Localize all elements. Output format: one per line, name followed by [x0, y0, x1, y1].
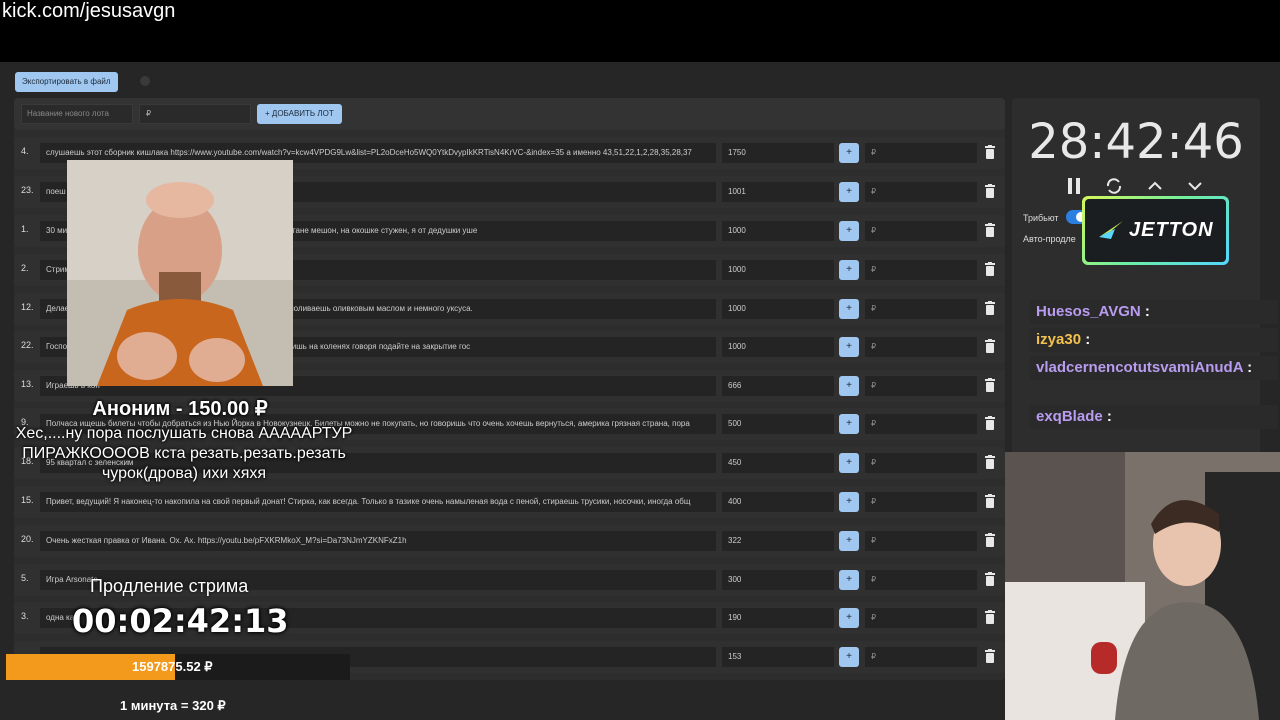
lot-add-amount-input[interactable]: ₽: [865, 182, 977, 202]
trash-icon[interactable]: [985, 301, 995, 315]
add-lot-button[interactable]: + ДОБАВИТЬ ЛОТ: [257, 104, 342, 124]
lot-add-button[interactable]: +: [839, 453, 859, 473]
lot-add-button[interactable]: +: [839, 299, 859, 319]
trash-icon[interactable]: [985, 494, 995, 508]
lot-add-button[interactable]: +: [839, 647, 859, 667]
jetton-logo-icon: [1099, 221, 1123, 239]
chat-message: exqBlade :: [1030, 405, 1278, 429]
trash-icon[interactable]: [985, 145, 995, 159]
lot-amount-input[interactable]: 450: [722, 453, 834, 473]
lot-add-button[interactable]: +: [839, 608, 859, 628]
chat-separator: :: [1102, 408, 1112, 425]
trash-icon[interactable]: [985, 339, 995, 353]
lot-add-amount-input[interactable]: ₽: [865, 337, 977, 357]
trash-icon[interactable]: [985, 572, 995, 586]
chevron-up-icon[interactable]: [1145, 176, 1165, 196]
trash-icon[interactable]: [985, 184, 995, 198]
trash-icon[interactable]: [985, 610, 995, 624]
lot-add-button[interactable]: +: [839, 260, 859, 280]
lot-add-button[interactable]: +: [839, 376, 859, 396]
new-lot-name-input[interactable]: Название нового лота: [21, 104, 133, 124]
chat-username[interactable]: exqBlade: [1030, 408, 1103, 425]
extension-timer: 00:02:42:13: [72, 602, 289, 640]
lot-add-amount-input[interactable]: ₽: [865, 221, 977, 241]
lot-amount-input[interactable]: 1001: [722, 182, 834, 202]
chat-separator: :: [1081, 331, 1091, 348]
lot-amount-input[interactable]: 1000: [722, 221, 834, 241]
lot-add-amount-input[interactable]: ₽: [865, 143, 977, 163]
pause-icon[interactable]: [1064, 176, 1084, 196]
trash-icon[interactable]: [985, 416, 995, 430]
lot-title-input[interactable]: Очень жесткая правка от Ивана. Ох. Ах. h…: [40, 531, 716, 551]
chat-username[interactable]: izya30: [1030, 331, 1081, 348]
auction-timer: 28:42:46: [1028, 114, 1244, 170]
extension-label: Продление стрима: [90, 576, 249, 596]
lot-add-amount-input[interactable]: ₽: [865, 608, 977, 628]
lot-title-input[interactable]: Привет, ведущий! Я наконец-то накопила н…: [40, 492, 716, 512]
chat-separator: :: [1243, 359, 1253, 376]
webcam-person-image: [67, 160, 293, 386]
donation-message: Хес,....ну пора послушать снова АААААРТУ…: [15, 425, 353, 482]
donation-title: Аноним - 150.00 ₽: [92, 398, 268, 420]
lot-amount-input[interactable]: 400: [722, 492, 834, 512]
trash-icon[interactable]: [985, 378, 995, 392]
chat-message: izya30 :: [1030, 328, 1278, 352]
lot-amount-input[interactable]: 500: [722, 414, 834, 434]
rate-label: 1 минута = 320 ₽: [120, 698, 226, 713]
lot-add-button[interactable]: +: [839, 221, 859, 241]
lot-amount-input[interactable]: 300: [722, 570, 834, 590]
lot-add-button[interactable]: +: [839, 531, 859, 551]
lot-add-button[interactable]: +: [839, 143, 859, 163]
sponsor-banner: JETTON: [1082, 196, 1229, 265]
lot-add-amount-input[interactable]: ₽: [865, 453, 977, 473]
chevron-down-icon[interactable]: [1185, 176, 1205, 196]
channel-url: kick.com/jesusavgn: [2, 0, 176, 22]
lot-amount-input[interactable]: 1000: [722, 260, 834, 280]
reset-icon[interactable]: [1104, 176, 1124, 196]
lot-row: 15. Привет, ведущий! Я наконец-то накопил…: [14, 486, 1005, 518]
lot-add-button[interactable]: +: [839, 492, 859, 512]
auto-extend-label: Авто-продле: [1023, 234, 1076, 244]
trash-icon[interactable]: [985, 223, 995, 237]
lot-add-button[interactable]: +: [839, 414, 859, 434]
lot-amount-input[interactable]: 190: [722, 608, 834, 628]
lot-add-amount-input[interactable]: ₽: [865, 492, 977, 512]
trash-icon[interactable]: [985, 455, 995, 469]
webcam-overlay-top: [67, 160, 293, 386]
chat-separator: :: [1140, 303, 1150, 320]
tribute-label: Трибьют: [1023, 213, 1059, 223]
lot-amount-input[interactable]: 1000: [722, 337, 834, 357]
lot-amount-input[interactable]: 1000: [722, 299, 834, 319]
lot-add-button[interactable]: +: [839, 337, 859, 357]
lot-add-button[interactable]: +: [839, 570, 859, 590]
chat-username[interactable]: vladcernencotutsvamiAnudA: [1030, 359, 1243, 376]
lot-add-amount-input[interactable]: ₽: [865, 260, 977, 280]
lot-add-button[interactable]: +: [839, 182, 859, 202]
lot-amount-input[interactable]: 1750: [722, 143, 834, 163]
lot-add-amount-input[interactable]: ₽: [865, 570, 977, 590]
trash-icon[interactable]: [985, 533, 995, 547]
status-indicator: [140, 76, 150, 86]
sponsor-name: JETTON: [1129, 219, 1214, 241]
export-button[interactable]: Экспортировать в файл: [15, 72, 118, 92]
progress-total: 1597875.52 ₽: [132, 659, 213, 674]
lot-row: 20. Очень жесткая правка от Ивана. Ох. Ах…: [14, 525, 1005, 557]
lot-amount-input[interactable]: 322: [722, 531, 834, 551]
chat-message: Huesos_AVGN :: [1030, 300, 1278, 324]
stream-frame: kick.com/jesusavgn Экспортировать в файл…: [0, 0, 1280, 720]
webcam-streamer-image: [1005, 452, 1280, 720]
chat-username[interactable]: Huesos_AVGN: [1030, 303, 1141, 320]
trash-icon[interactable]: [985, 649, 995, 663]
lot-add-amount-input[interactable]: ₽: [865, 647, 977, 667]
chat-message: vladcernencotutsvamiAnudA :: [1030, 356, 1278, 380]
lot-add-amount-input[interactable]: ₽: [865, 531, 977, 551]
trash-icon[interactable]: [985, 262, 995, 276]
lot-amount-input[interactable]: 153: [722, 647, 834, 667]
lot-add-amount-input[interactable]: ₽: [865, 376, 977, 396]
webcam-overlay-streamer: [1005, 452, 1280, 720]
new-lot-price-input[interactable]: ₽: [139, 104, 251, 124]
lot-amount-input[interactable]: 666: [722, 376, 834, 396]
lot-add-amount-input[interactable]: ₽: [865, 299, 977, 319]
lot-add-amount-input[interactable]: ₽: [865, 414, 977, 434]
